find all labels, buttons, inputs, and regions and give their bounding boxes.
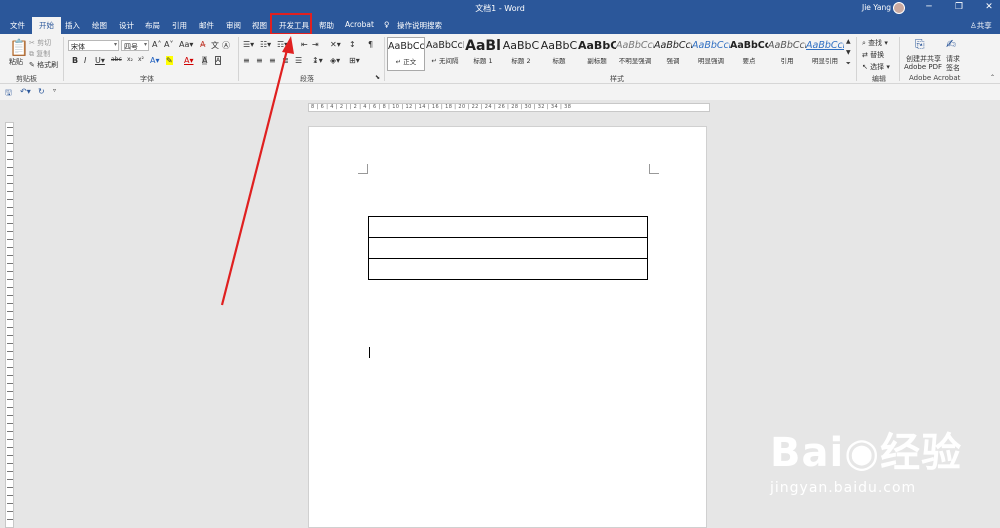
arrow-line xyxy=(220,45,290,306)
arrow-head xyxy=(282,36,294,54)
watermark-brand: Bai◉经验 xyxy=(770,430,963,476)
watermark-url: jingyan.baidu.com xyxy=(770,480,917,496)
watermark: Bai◉经验 jingyan.baidu.com xyxy=(770,420,963,496)
